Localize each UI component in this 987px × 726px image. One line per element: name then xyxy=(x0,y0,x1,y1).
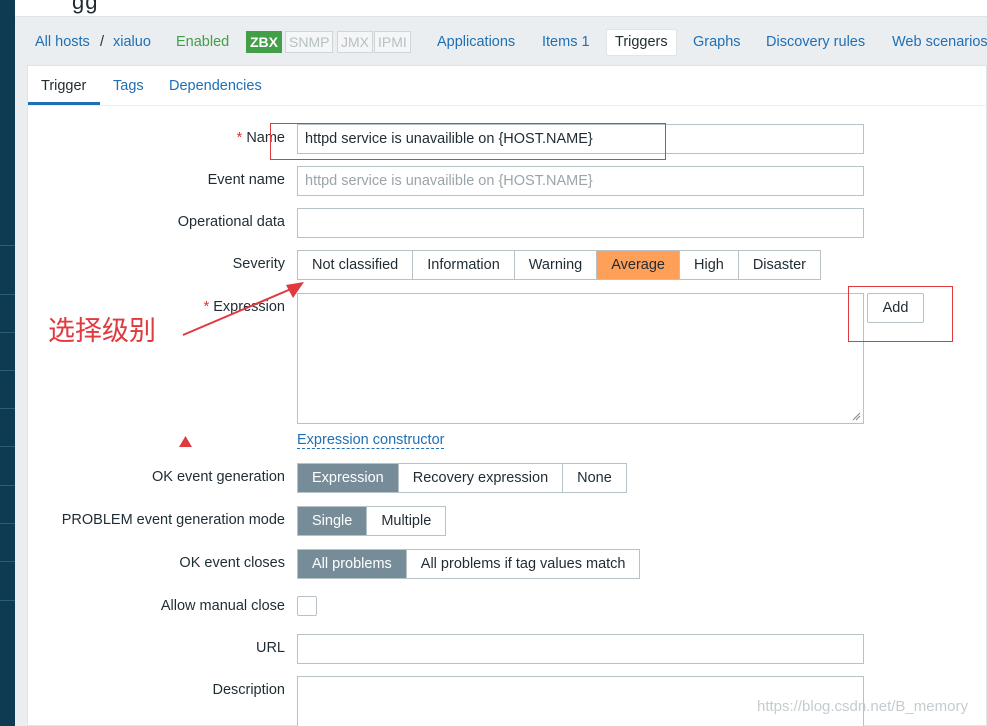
triggers-link[interactable]: Triggers xyxy=(615,34,668,50)
severity-label: Severity xyxy=(232,256,285,272)
page-header: gg xyxy=(15,0,987,17)
watermark: https://blog.csdn.net/B_memory xyxy=(757,698,968,715)
add-button-highlight-box xyxy=(848,286,953,342)
problem-mode-label: PROBLEM event generation mode xyxy=(61,512,285,528)
resize-handle-icon[interactable] xyxy=(852,412,861,421)
problem-mode-multiple[interactable]: Multiple xyxy=(367,507,446,535)
tab-tags[interactable]: Tags xyxy=(113,78,144,94)
zbx-availability-badge: ZBX xyxy=(246,31,282,53)
url-input[interactable] xyxy=(297,634,864,664)
severity-warning[interactable]: Warning xyxy=(514,251,598,279)
severity-disaster[interactable]: Disaster xyxy=(738,251,821,279)
severity-average[interactable]: Average xyxy=(597,251,680,279)
ok-event-closes-all[interactable]: All problems xyxy=(298,550,407,578)
ok-event-closes-tag-match[interactable]: All problems if tag values match xyxy=(406,550,640,578)
ipmi-availability-badge: IPMI xyxy=(374,31,411,53)
operational-data-input[interactable] xyxy=(297,208,864,238)
description-label: Description xyxy=(212,682,285,698)
ok-event-closes-label: OK event closes xyxy=(179,555,285,571)
graphs-link[interactable]: Graphs xyxy=(693,34,741,50)
name-highlight-box xyxy=(270,123,666,160)
page-title: gg xyxy=(72,0,99,14)
tab-trigger[interactable]: Trigger xyxy=(41,78,86,94)
host-link[interactable]: xialuo xyxy=(113,34,151,50)
annotation-text: 选择级别 xyxy=(48,316,156,347)
expression-constructor-link[interactable]: Expression constructor xyxy=(297,432,445,449)
annotation-arrow-icon xyxy=(182,282,304,336)
ok-event-generation-label: OK event generation xyxy=(151,469,285,485)
host-status-enabled[interactable]: Enabled xyxy=(176,34,229,50)
ok-event-generation-recovery[interactable]: Recovery expression xyxy=(398,464,564,492)
ok-event-generation-none[interactable]: None xyxy=(563,464,626,492)
all-hosts-link[interactable]: All hosts xyxy=(35,34,90,50)
snmp-availability-badge: SNMP xyxy=(285,31,334,53)
operational-data-label: Operational data xyxy=(177,214,285,230)
active-tab-underline xyxy=(28,102,100,105)
severity-information[interactable]: Information xyxy=(413,251,515,279)
ok-event-generation-expression[interactable]: Expression xyxy=(298,464,399,492)
event-name-input[interactable]: httpd service is unavailible on {HOST.NA… xyxy=(297,166,864,196)
items-link[interactable]: Items 1 xyxy=(542,34,590,50)
ok-event-closes-selector: All problems All problems if tag values … xyxy=(297,549,641,579)
web-scenarios-link[interactable]: Web scenarios xyxy=(892,34,987,50)
allow-manual-close-label: Allow manual close xyxy=(160,598,285,614)
problem-mode-single[interactable]: Single xyxy=(298,507,368,535)
url-label: URL xyxy=(255,640,285,656)
jmx-availability-badge: JMX xyxy=(337,31,373,53)
tab-dependencies[interactable]: Dependencies xyxy=(169,78,262,94)
host-navigation: All hosts / xialuo Enabled ZBX SNMP JMX … xyxy=(15,17,987,65)
ok-event-generation-selector: Expression Recovery expression None xyxy=(297,463,627,493)
discovery-rules-link[interactable]: Discovery rules xyxy=(766,34,865,50)
expression-textarea[interactable] xyxy=(297,293,864,424)
triangle-marker-icon xyxy=(179,436,192,447)
form-tabs: Trigger Tags Dependencies xyxy=(28,66,987,106)
main-sidebar xyxy=(0,0,15,726)
applications-link[interactable]: Applications xyxy=(437,34,515,50)
allow-manual-close-checkbox[interactable] xyxy=(297,596,317,616)
problem-mode-selector: Single Multiple xyxy=(297,506,447,536)
severity-selector: Not classified Information Warning Avera… xyxy=(297,250,822,280)
severity-high[interactable]: High xyxy=(680,251,739,279)
event-name-label: Event name xyxy=(207,172,285,188)
breadcrumb-separator: / xyxy=(100,34,105,50)
severity-not-classified[interactable]: Not classified xyxy=(298,251,414,279)
